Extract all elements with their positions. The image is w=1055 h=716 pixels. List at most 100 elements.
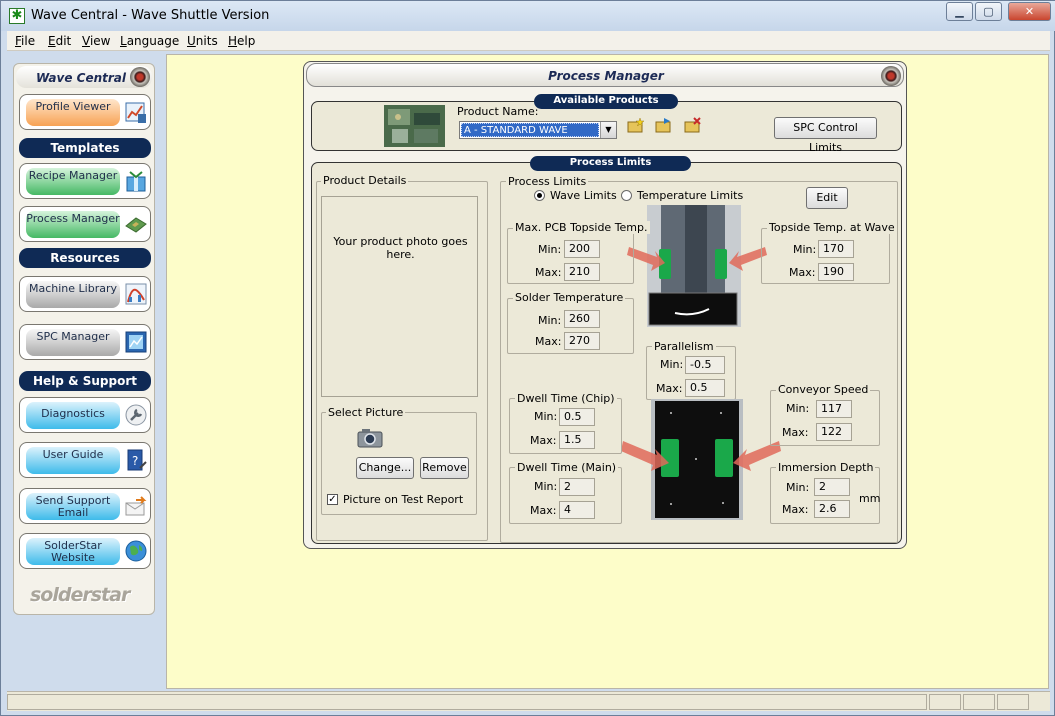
min-label: Min: <box>538 314 562 327</box>
send-support-label: Send Support Email <box>26 493 120 520</box>
topside-at-wave-max-input[interactable]: 190 <box>818 263 854 281</box>
topside-at-wave-min-input[interactable]: 170 <box>818 240 854 258</box>
max-label: Max: <box>530 504 557 517</box>
profile-viewer-label: Profile Viewer <box>26 99 120 126</box>
edit-limits-button[interactable]: Edit <box>806 187 848 209</box>
diagnostics-label: Diagnostics <box>26 402 120 429</box>
svg-text:?: ? <box>132 454 138 468</box>
menu-file[interactable]: File <box>15 34 35 48</box>
max-pcb-topside-max-input[interactable]: 210 <box>564 263 600 281</box>
max-pcb-topside-min-input[interactable]: 200 <box>564 240 600 258</box>
process-manager-button[interactable]: Process Manager <box>19 206 151 242</box>
max-pcb-topside-title: Max. PCB Topside Temp. <box>513 221 650 234</box>
wave-limits-label: Wave Limits <box>550 189 617 202</box>
power-knob-icon[interactable] <box>130 67 150 87</box>
spc-manager-button[interactable]: SPC Manager <box>19 324 151 360</box>
immersion-depth-min-input[interactable]: 2 <box>814 478 850 496</box>
conveyor-speed-max-input[interactable]: 122 <box>816 423 852 441</box>
new-product-icon[interactable] <box>627 117 645 133</box>
status-cell <box>929 694 961 710</box>
delete-product-icon[interactable] <box>684 117 702 133</box>
globe-icon <box>125 540 147 562</box>
menu-units[interactable]: Units <box>187 34 218 48</box>
process-manager-label: Process Manager <box>26 211 120 238</box>
close-knob-icon[interactable] <box>881 66 901 86</box>
conveyor-speed-title: Conveyor Speed <box>776 383 871 396</box>
minimize-button[interactable]: ▁ <box>946 2 973 21</box>
dwell-chip-max-input[interactable]: 1.5 <box>559 431 595 449</box>
sidebar-header: Wave Central <box>16 66 152 88</box>
conveyor-speed-min-input[interactable]: 117 <box>816 400 852 418</box>
min-label: Min: <box>793 243 817 256</box>
maximize-button[interactable]: ▢ <box>975 2 1002 21</box>
app-window: ✱ Wave Central - Wave Shuttle Version ▁ … <box>0 0 1055 716</box>
menu-help[interactable]: Help <box>228 34 255 48</box>
sidebar-title: Wave Central <box>36 71 127 85</box>
pcb-thumbnail <box>384 105 445 147</box>
menu-bar: File Edit View Language Units Help <box>7 31 1050 51</box>
wave-top-arrows <box>627 247 767 271</box>
app-star-icon: ✱ <box>9 8 25 24</box>
change-picture-button[interactable]: Change... <box>356 457 414 479</box>
camera-icon <box>357 429 383 448</box>
send-support-email-button[interactable]: Send Support Email <box>19 488 151 524</box>
website-label: SolderStar Website <box>26 538 120 565</box>
product-photo-area[interactable]: Your product photo goes here. <box>321 196 478 397</box>
max-label: Max: <box>782 503 809 516</box>
select-picture-label: Select Picture <box>326 406 406 419</box>
solder-temp-max-input[interactable]: 270 <box>564 332 600 350</box>
pcb-board-icon <box>125 217 147 233</box>
spc-manager-label: SPC Manager <box>26 329 120 356</box>
dwell-main-title: Dwell Time (Main) <box>515 461 619 474</box>
immersion-depth-max-input[interactable]: 2.6 <box>814 500 850 518</box>
remove-picture-button[interactable]: Remove <box>420 457 469 479</box>
menu-edit[interactable]: Edit <box>48 34 71 48</box>
save-product-icon[interactable] <box>655 117 673 133</box>
spc-control-limits-button[interactable]: SPC Control Limits <box>774 117 877 154</box>
user-guide-button[interactable]: User Guide ? <box>19 442 151 478</box>
dwell-chip-min-input[interactable]: 0.5 <box>559 408 595 426</box>
picture-on-report-label: Picture on Test Report <box>343 493 464 506</box>
machine-library-button[interactable]: Machine Library <box>19 276 151 312</box>
immersion-depth-title: Immersion Depth <box>776 461 876 474</box>
process-manager-header: Process Manager <box>306 63 904 87</box>
user-guide-label: User Guide <box>26 447 120 474</box>
menu-view[interactable]: View <box>82 34 110 48</box>
temperature-limits-radio[interactable] <box>621 190 632 201</box>
diagnostics-button[interactable]: Diagnostics <box>19 397 151 433</box>
recipe-manager-button[interactable]: Recipe Manager <box>19 163 151 199</box>
profile-viewer-button[interactable]: Profile Viewer <box>19 94 151 130</box>
status-cell <box>963 694 995 710</box>
dwell-main-min-input[interactable]: 2 <box>559 478 595 496</box>
recipe-box-icon <box>126 171 146 192</box>
menu-language[interactable]: Language <box>120 34 179 48</box>
chevron-down-icon[interactable]: ▼ <box>600 122 616 138</box>
help-support-section: Help & Support <box>19 371 151 391</box>
email-arrow-icon <box>125 496 147 516</box>
process-manager-title: Process Manager <box>548 69 664 83</box>
solder-temp-min-input[interactable]: 260 <box>564 310 600 328</box>
parallelism-max-input[interactable]: 0.5 <box>685 379 725 397</box>
spc-monitor-icon <box>125 331 147 353</box>
parallelism-min-input[interactable]: -0.5 <box>685 356 725 374</box>
dwell-main-max-input[interactable]: 4 <box>559 501 595 519</box>
help-book-icon: ? <box>127 449 147 471</box>
temperature-limits-label: Temperature Limits <box>637 189 744 202</box>
max-label: Max: <box>535 266 562 279</box>
wave-bottom-arrows <box>621 441 781 471</box>
min-label: Min: <box>786 402 810 415</box>
close-button[interactable]: ✕ <box>1008 2 1051 21</box>
min-label: Min: <box>534 480 558 493</box>
product-name-dropdown[interactable]: A - STANDARD WAVE ▼ <box>459 121 617 139</box>
solder-temperature-title: Solder Temperature <box>513 291 626 304</box>
product-details-label: Product Details <box>321 174 409 187</box>
wrench-icon <box>125 404 147 426</box>
process-limits-label: Process Limits <box>530 156 691 171</box>
window-title: Wave Central - Wave Shuttle Version <box>31 8 270 23</box>
solderstar-website-button[interactable]: SolderStar Website <box>19 533 151 569</box>
picture-on-report-checkbox[interactable]: ✓ <box>327 494 338 505</box>
wave-limits-radio[interactable] <box>534 190 545 201</box>
resources-section: Resources <box>19 248 151 268</box>
machine-library-label: Machine Library <box>26 281 120 308</box>
status-cell-main <box>7 694 927 710</box>
